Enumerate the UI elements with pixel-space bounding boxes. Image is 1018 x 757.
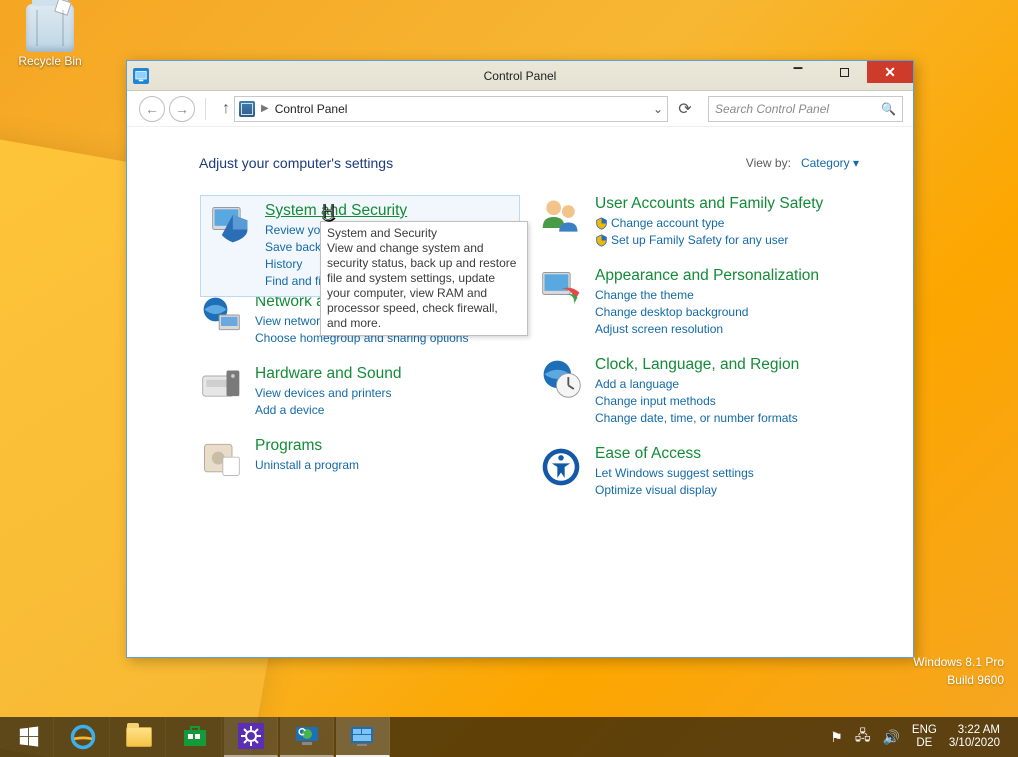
programs-icon (199, 437, 243, 481)
control-panel-icon (239, 101, 255, 117)
category-sublink[interactable]: Change the theme (595, 287, 819, 304)
desktop-icon-label: Recycle Bin (10, 54, 90, 68)
taskbar: ⚑ 🖧 🔊 ENGDE 3:22 AM3/10/2020 (0, 717, 1018, 757)
system-tray: ⚑ 🖧 🔊 ENGDE 3:22 AM3/10/2020 (830, 717, 1014, 757)
search-input[interactable] (715, 102, 865, 116)
category-sublink[interactable]: Add a device (255, 402, 402, 419)
nav-up-button[interactable]: ↑ (222, 100, 230, 118)
watermark: Windows 8.1 Pro Build 9600 (913, 653, 1004, 689)
category-sublink[interactable]: Change input methods (595, 393, 799, 410)
folder-icon (126, 727, 152, 747)
start-button[interactable] (4, 717, 54, 757)
nav-forward-button[interactable]: → (169, 96, 195, 122)
category-sublink[interactable]: Add a language (595, 376, 799, 393)
shield-icon (595, 234, 608, 247)
clock[interactable]: 3:22 AM3/10/2020 (949, 724, 1000, 750)
tooltip: System and Security View and change syst… (320, 221, 528, 336)
close-button[interactable]: ✕ (867, 61, 913, 83)
maximize-button[interactable] (821, 61, 867, 83)
search-icon: 🔍 (881, 102, 896, 116)
category-appearance[interactable]: Appearance and Personalization Change th… (539, 267, 859, 338)
titlebar: Control Panel – ✕ (127, 61, 913, 91)
nav-back-button[interactable]: ← (139, 96, 165, 122)
category-programs[interactable]: Programs Uninstall a program (199, 437, 519, 481)
users-icon (539, 195, 583, 239)
category-title[interactable]: Ease of Access (595, 445, 701, 463)
page-heading: Adjust your computer's settings (199, 155, 393, 171)
category-title[interactable]: Hardware and Sound (255, 365, 402, 383)
navigation-bar: ← → ↑ ▶ Control Panel ⌄ ⟳ 🔍 (127, 91, 913, 127)
network-tray-icon[interactable]: 🖧 (855, 725, 871, 749)
category-title[interactable]: Clock, Language, and Region (595, 356, 799, 374)
category-hardware-sound[interactable]: Hardware and Sound View devices and prin… (199, 365, 519, 419)
category-sublink[interactable]: Change desktop background (595, 304, 819, 321)
desktop-icon-recycle-bin[interactable]: Recycle Bin (10, 4, 90, 68)
category-title[interactable]: Programs (255, 437, 322, 455)
network-icon (199, 293, 243, 337)
view-by-dropdown[interactable]: Category ▾ (801, 156, 859, 170)
minimize-button[interactable]: – (775, 61, 821, 83)
category-sublink[interactable]: Change account type (611, 215, 724, 232)
search-box[interactable]: 🔍 (708, 96, 903, 122)
view-by-label: View by: (746, 156, 791, 170)
category-sublink[interactable]: Let Windows suggest settings (595, 465, 754, 482)
action-center-icon[interactable]: ⚑ (830, 729, 843, 746)
category-user-accounts[interactable]: User Accounts and Family Safety Change a… (539, 195, 859, 249)
tooltip-title: System and Security (327, 226, 521, 241)
taskbar-ie[interactable] (56, 717, 110, 757)
category-sublink[interactable]: Change date, time, or number formats (595, 410, 799, 427)
hardware-icon (199, 365, 243, 409)
category-sublink[interactable]: Optimize visual display (595, 482, 754, 499)
address-bar[interactable]: ▶ Control Panel ⌄ (234, 96, 668, 122)
breadcrumb[interactable]: Control Panel (275, 102, 348, 116)
language-indicator[interactable]: ENGDE (912, 724, 937, 750)
control-panel-window: Control Panel – ✕ ← → ↑ ▶ Control Panel … (126, 60, 914, 658)
taskbar-control-panel[interactable] (336, 717, 390, 757)
chevron-right-icon: ▶ (261, 103, 269, 114)
cursor-icon (321, 203, 339, 225)
taskbar-update[interactable] (280, 717, 334, 757)
system-security-icon (209, 202, 253, 246)
category-clock-language-region[interactable]: Clock, Language, and Region Add a langua… (539, 356, 859, 427)
refresh-button[interactable]: ⟳ (672, 96, 698, 122)
taskbar-explorer[interactable] (112, 717, 166, 757)
ease-of-access-icon (539, 445, 583, 489)
category-sublink[interactable]: Adjust screen resolution (595, 321, 819, 338)
tooltip-body: View and change system and security stat… (327, 241, 521, 331)
taskbar-settings[interactable] (224, 717, 278, 757)
shield-icon (595, 217, 608, 230)
taskbar-store[interactable] (168, 717, 222, 757)
category-title[interactable]: User Accounts and Family Safety (595, 195, 823, 213)
category-sublink[interactable]: Set up Family Safety for any user (611, 232, 788, 249)
recycle-bin-icon (26, 4, 74, 52)
category-sublink[interactable]: Uninstall a program (255, 457, 359, 474)
appearance-icon (539, 267, 583, 311)
category-sublink[interactable]: View devices and printers (255, 385, 402, 402)
category-title[interactable]: Appearance and Personalization (595, 267, 819, 285)
chevron-down-icon[interactable]: ⌄ (653, 102, 663, 116)
category-ease-of-access[interactable]: Ease of Access Let Windows suggest setti… (539, 445, 859, 499)
clock-icon (539, 356, 583, 400)
volume-icon[interactable]: 🔊 (882, 729, 899, 746)
